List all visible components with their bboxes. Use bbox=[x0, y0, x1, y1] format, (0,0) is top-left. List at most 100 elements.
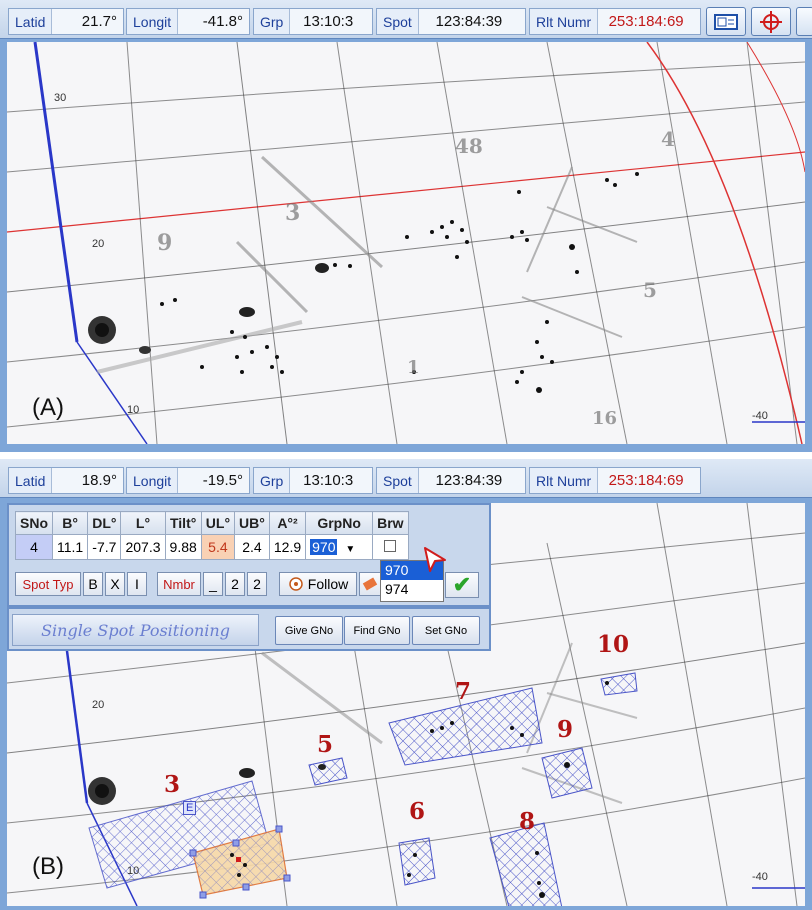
hand-number: 16 bbox=[592, 408, 618, 429]
grpno-option[interactable]: 974 bbox=[381, 580, 443, 599]
eraser-button[interactable] bbox=[359, 572, 381, 596]
col-tilt: Tilt° bbox=[164, 511, 202, 535]
cell-b: 11.1 bbox=[51, 534, 89, 560]
tick-lat-20: 20 bbox=[92, 699, 105, 711]
cell-ul: 5.4 bbox=[200, 534, 236, 560]
grp-value: 13:10:3 bbox=[303, 13, 354, 30]
tick-lat-20: 20 bbox=[92, 238, 105, 250]
grpno-select[interactable]: 970 ▼ bbox=[305, 534, 374, 560]
tick-lat-10: 10 bbox=[127, 865, 140, 877]
follow-group: Follow bbox=[279, 569, 383, 599]
spot-type-group: Spot Typ B X I bbox=[15, 569, 149, 599]
longit-label: Longit bbox=[127, 9, 179, 34]
cell-sno: 4 bbox=[15, 534, 53, 560]
crosshair-button[interactable] bbox=[751, 7, 791, 36]
group-label-9: 9 bbox=[557, 716, 574, 743]
tick-lon-m40: -40 bbox=[752, 410, 768, 422]
hand-number: 9 bbox=[157, 230, 173, 256]
rlt-numr-field: Rlt Numr 253:184:69 bbox=[529, 467, 701, 494]
spot-typ-b-button[interactable]: B bbox=[83, 572, 103, 596]
table-row: 4 11.1 -7.7 207.3 9.88 5.4 2.4 12.9 970 … bbox=[15, 534, 409, 560]
spot-typ-button[interactable]: Spot Typ bbox=[15, 572, 81, 596]
col-area: A°² bbox=[268, 511, 307, 535]
longit-value: -41.8° bbox=[202, 13, 243, 30]
eraser-icon bbox=[362, 577, 378, 591]
grp-field: Grp 13:10:3 bbox=[253, 8, 373, 35]
grp-field: Grp 13:10:3 bbox=[253, 467, 373, 494]
panel-separator bbox=[0, 452, 812, 459]
panel-b: Latid 18.9° Longit -19.5° Grp 13:10:3 Sp… bbox=[0, 459, 812, 910]
latid-value: 21.7° bbox=[81, 13, 117, 30]
follow-button[interactable]: Follow bbox=[279, 572, 357, 596]
cell-tilt: 9.88 bbox=[164, 534, 202, 560]
give-gno-button[interactable]: Give GNo bbox=[275, 616, 343, 645]
solar-map-a[interactable]: 30 20 10 -40 9 3 48 4 5 1 16 (A) bbox=[7, 42, 805, 444]
cell-dl: -7.7 bbox=[87, 534, 122, 560]
latid-field: Latid 21.7° bbox=[8, 8, 124, 35]
col-l: L° bbox=[120, 511, 166, 535]
tick-lon-m40: -40 bbox=[752, 871, 768, 883]
latid-field: Latid 18.9° bbox=[8, 467, 124, 494]
panel-label-a: (A) bbox=[32, 394, 64, 421]
rlt-numr-field: Rlt Numr 253:184:69 bbox=[529, 8, 701, 35]
grp-value: 13:10:3 bbox=[303, 472, 354, 489]
spot-label: Spot bbox=[377, 9, 419, 34]
group-label-8: 8 bbox=[519, 808, 536, 835]
selected-marker[interactable]: E bbox=[183, 801, 197, 815]
hand-number: 3 bbox=[285, 200, 301, 226]
extra-button[interactable] bbox=[796, 7, 812, 36]
spot-typ-x-button[interactable]: X bbox=[105, 572, 125, 596]
col-ub: UB° bbox=[234, 511, 270, 535]
group-label-3: 3 bbox=[164, 771, 181, 798]
spot-table-header: SNo B° DL° L° Tilt° UL° UB° A°² GrpNo Br… bbox=[15, 511, 409, 535]
nmbr-underscore-button[interactable]: _ bbox=[203, 572, 223, 596]
cell-l: 207.3 bbox=[120, 534, 166, 560]
follow-label: Follow bbox=[307, 576, 349, 592]
spot-value: 123:84:39 bbox=[435, 13, 503, 30]
set-gno-button[interactable]: Set GNo bbox=[412, 616, 480, 645]
toolbar-a: Latid 21.7° Longit -41.8° Grp 13:10:3 Sp… bbox=[0, 0, 812, 39]
cell-ub: 2.4 bbox=[234, 534, 270, 560]
spot-typ-i-button[interactable]: I bbox=[127, 572, 147, 596]
latid-label: Latid bbox=[9, 468, 53, 493]
tick-lat-10: 10 bbox=[127, 404, 140, 416]
target-icon bbox=[289, 577, 303, 591]
group-action-bar: Single Spot Positioning Give GNo Find GN… bbox=[7, 607, 491, 651]
window-icon bbox=[714, 13, 738, 30]
group-label-10: 10 bbox=[597, 631, 630, 658]
chevron-down-icon[interactable]: ▼ bbox=[345, 544, 355, 555]
nmbr-button[interactable]: Nmbr bbox=[157, 572, 201, 596]
confirm-button[interactable]: ✔ bbox=[445, 572, 479, 598]
hand-number: 5 bbox=[643, 278, 657, 302]
spot-field: Spot 123:84:39 bbox=[376, 8, 526, 35]
longit-value: -19.5° bbox=[202, 472, 243, 489]
latid-label: Latid bbox=[9, 9, 53, 34]
brw-checkbox-cell[interactable] bbox=[372, 534, 409, 560]
group-label-5: 5 bbox=[317, 731, 334, 758]
grpno-selected-value: 970 bbox=[310, 539, 338, 555]
rlt-numr-label: Rlt Numr bbox=[530, 468, 599, 493]
col-b: B° bbox=[51, 511, 89, 535]
crosshair-icon bbox=[760, 10, 782, 33]
hand-number: 4 bbox=[661, 127, 675, 151]
grp-label: Grp bbox=[254, 9, 291, 34]
nmbr-two-b-button[interactable]: 2 bbox=[247, 572, 267, 596]
spot-label: Spot bbox=[377, 468, 419, 493]
rlt-numr-label: Rlt Numr bbox=[530, 9, 599, 34]
spot-table: SNo B° DL° L° Tilt° UL° UB° A°² GrpNo Br… bbox=[15, 511, 409, 560]
group-label-6: 6 bbox=[409, 798, 426, 825]
col-ul: UL° bbox=[200, 511, 236, 535]
panel-label-b: (B) bbox=[32, 853, 64, 880]
col-grpno: GrpNo bbox=[305, 511, 374, 535]
find-gno-button[interactable]: Find GNo bbox=[344, 616, 410, 645]
col-brw: Brw bbox=[372, 511, 409, 535]
nmbr-two-a-button[interactable]: 2 bbox=[225, 572, 245, 596]
spot-value: 123:84:39 bbox=[435, 472, 503, 489]
brw-checkbox[interactable] bbox=[384, 540, 397, 552]
panel-a: Latid 21.7° Longit -41.8° Grp 13:10:3 Sp… bbox=[0, 0, 812, 452]
single-spot-positioning-title: Single Spot Positioning bbox=[12, 614, 259, 646]
grid-overlay-a bbox=[7, 42, 805, 444]
longit-field: Longit -41.8° bbox=[126, 8, 250, 35]
rlt-numr-value: 253:184:69 bbox=[608, 472, 684, 489]
window-button[interactable] bbox=[706, 7, 746, 36]
